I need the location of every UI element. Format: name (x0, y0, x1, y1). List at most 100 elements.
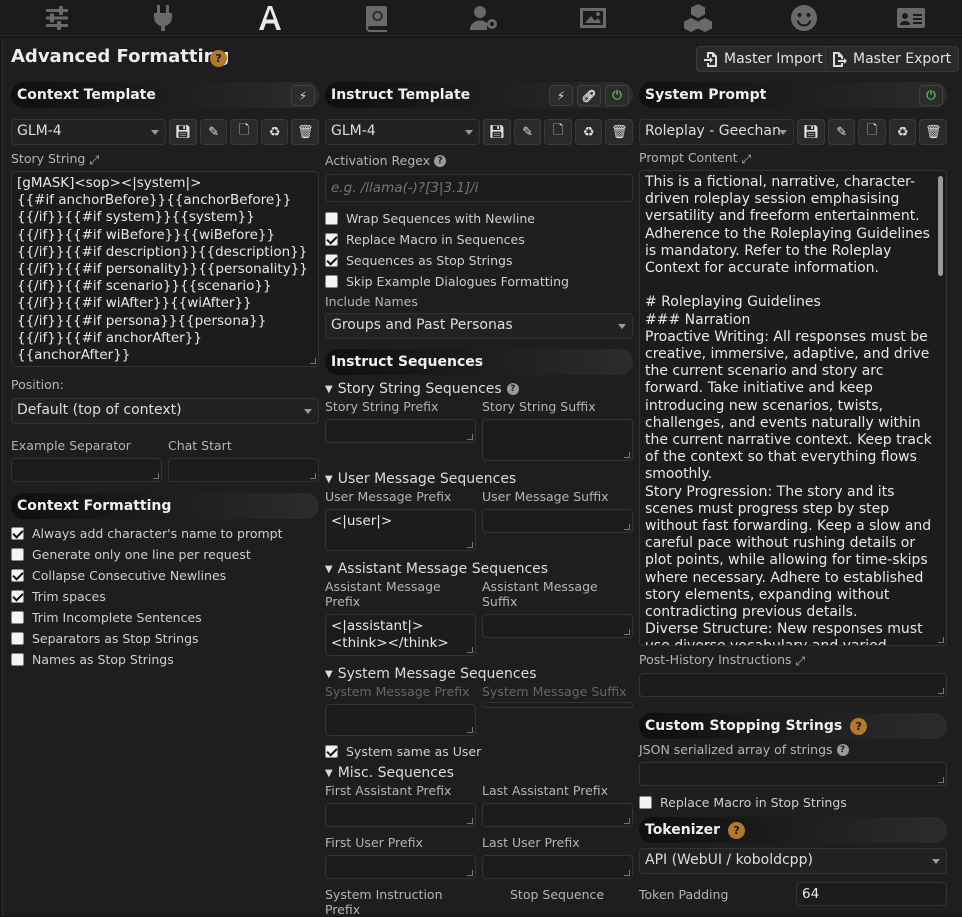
new-file-icon[interactable]: 🗋︎ (230, 119, 258, 145)
system-suffix-input[interactable] (482, 702, 633, 708)
checkbox[interactable] (11, 611, 24, 624)
tokenizer-select[interactable]: API (WebUI / koboldcpp) (639, 848, 947, 874)
assistant-suffix-input[interactable] (482, 614, 633, 638)
checkbox[interactable] (639, 796, 652, 809)
save-icon[interactable]: 💾︎ (169, 119, 197, 145)
option-one-line[interactable]: Generate only one line per request (11, 544, 319, 565)
story-string-textarea[interactable]: [gMASK]<sop><|system|> {{#if anchorBefor… (11, 171, 319, 367)
cubes-icon[interactable] (681, 2, 715, 34)
option-names-stop[interactable]: Names as Stop Strings (11, 649, 319, 670)
save-icon[interactable]: 💾︎ (797, 119, 825, 145)
checkbox[interactable] (11, 548, 24, 561)
recycle-icon[interactable]: ♻︎ (574, 119, 603, 145)
token-padding-input[interactable]: 64 (796, 882, 947, 906)
example-separator-input[interactable] (11, 458, 162, 482)
recycle-icon[interactable]: ♻︎ (260, 119, 289, 145)
help-icon[interactable]: ? (850, 717, 868, 735)
checkbox[interactable] (11, 527, 24, 540)
id-card-icon[interactable] (894, 2, 928, 34)
checkbox[interactable] (11, 632, 24, 645)
new-file-icon[interactable]: 🗋︎ (544, 119, 572, 145)
caret-down-icon: ▼ (325, 473, 333, 485)
new-file-icon[interactable]: 🗋︎ (858, 119, 886, 145)
system-sequences-toggle[interactable]: ▼ System Message Sequences (325, 666, 633, 682)
formatting-a-icon[interactable] (253, 2, 287, 34)
book-icon[interactable] (360, 2, 394, 34)
system-prefix-input[interactable] (325, 704, 476, 736)
expand-icon[interactable]: ⤢ (89, 153, 101, 167)
prompt-content-textarea[interactable]: This is a fictional, narrative, characte… (639, 170, 947, 646)
checkbox[interactable] (11, 569, 24, 582)
last-user-prefix-input[interactable] (482, 855, 633, 879)
checkbox[interactable] (325, 745, 338, 758)
option-label: Separators as Stop Strings (32, 631, 199, 646)
checkbox[interactable] (325, 275, 338, 288)
system-preset-select[interactable]: Roleplay - Geechan (639, 119, 795, 145)
expand-icon[interactable]: ⤢ (796, 654, 808, 668)
checkbox[interactable] (325, 254, 338, 267)
help-icon[interactable]: ? (210, 50, 227, 67)
image-icon[interactable] (576, 2, 610, 34)
user-suffix-input[interactable] (482, 509, 633, 533)
link-icon[interactable]: 🔗︎ (577, 85, 601, 106)
instruct-preset-select[interactable]: GLM-4 (325, 119, 481, 145)
system-same-as-user-option[interactable]: System same as User (325, 741, 633, 762)
trash-icon[interactable]: 🗑︎ (919, 119, 948, 145)
last-assistant-prefix-input[interactable] (482, 803, 633, 827)
option-trim-spaces[interactable]: Trim spaces (11, 586, 319, 607)
checkbox[interactable] (11, 590, 24, 603)
option-wrap-newline[interactable]: Wrap Sequences with Newline (325, 208, 633, 229)
chat-start-input[interactable] (168, 458, 319, 482)
trash-icon[interactable]: 🗑︎ (605, 119, 634, 145)
misc-sequences-toggle[interactable]: ▼ Misc. Sequences (325, 765, 633, 781)
pencil-icon[interactable]: ✎ (827, 119, 856, 145)
power-icon[interactable]: ⏻ (919, 85, 943, 106)
story-string-sequences-toggle[interactable]: ▼ Story String Sequences? (325, 381, 633, 397)
user-sequences-toggle[interactable]: ▼ User Message Sequences (325, 471, 633, 487)
option-collapse-newlines[interactable]: Collapse Consecutive Newlines (11, 565, 319, 586)
first-assistant-prefix-input[interactable] (325, 803, 476, 827)
assistant-sequences-toggle[interactable]: ▼ Assistant Message Sequences (325, 561, 633, 577)
bolt-icon[interactable]: ⚡ (291, 85, 315, 106)
checkbox[interactable] (325, 212, 338, 225)
recycle-icon[interactable]: ♻︎ (888, 119, 917, 145)
user-gear-icon[interactable] (467, 2, 501, 34)
post-history-input[interactable] (639, 673, 947, 697)
stopping-strings-input[interactable] (639, 762, 947, 786)
option-replace-macro[interactable]: Replace Macro in Sequences (325, 229, 633, 250)
assistant-prefix-input[interactable]: <|assistant|> <think></think> (325, 614, 476, 656)
power-icon[interactable]: ⏻ (605, 85, 629, 106)
master-import-button[interactable]: Master Import (696, 46, 831, 72)
story-string-suffix-input[interactable] (482, 419, 633, 461)
trash-icon[interactable]: 🗑︎ (291, 119, 320, 145)
include-names-select[interactable]: Groups and Past Personas (325, 313, 633, 339)
scrollbar[interactable] (938, 176, 943, 276)
checkbox[interactable] (11, 653, 24, 666)
first-user-prefix-input[interactable] (325, 855, 476, 879)
bolt-icon[interactable]: ⚡ (549, 85, 573, 106)
option-always-add-name[interactable]: Always add character's name to prompt (11, 523, 319, 544)
sliders-icon[interactable] (40, 2, 74, 34)
option-skip-examples[interactable]: Skip Example Dialogues Formatting (325, 271, 633, 292)
expand-icon[interactable]: ⤢ (742, 152, 754, 166)
info-icon[interactable]: ? (506, 383, 519, 395)
option-sequences-stop[interactable]: Sequences as Stop Strings (325, 250, 633, 271)
pencil-icon[interactable]: ✎ (199, 119, 228, 145)
position-select[interactable]: Default (top of context) (11, 398, 319, 424)
save-icon[interactable]: 💾︎ (483, 119, 511, 145)
plug-icon[interactable] (146, 2, 180, 34)
context-preset-select[interactable]: GLM-4 (11, 119, 167, 145)
pencil-icon[interactable]: ✎ (513, 119, 542, 145)
option-separators-stop[interactable]: Separators as Stop Strings (11, 628, 319, 649)
user-prefix-input[interactable]: <|user|> (325, 509, 476, 551)
option-trim-incomplete[interactable]: Trim Incomplete Sentences (11, 607, 319, 628)
story-string-prefix-input[interactable] (325, 419, 476, 443)
info-icon[interactable]: ? (836, 743, 849, 756)
activation-regex-input[interactable] (325, 174, 633, 202)
replace-macro-stop-option[interactable]: Replace Macro in Stop Strings (639, 792, 947, 813)
info-icon[interactable]: ? (434, 154, 447, 167)
help-icon[interactable]: ? (728, 821, 746, 839)
checkbox[interactable] (325, 233, 338, 246)
smiley-icon[interactable] (787, 2, 821, 34)
master-export-button[interactable]: Master Export (825, 46, 960, 72)
